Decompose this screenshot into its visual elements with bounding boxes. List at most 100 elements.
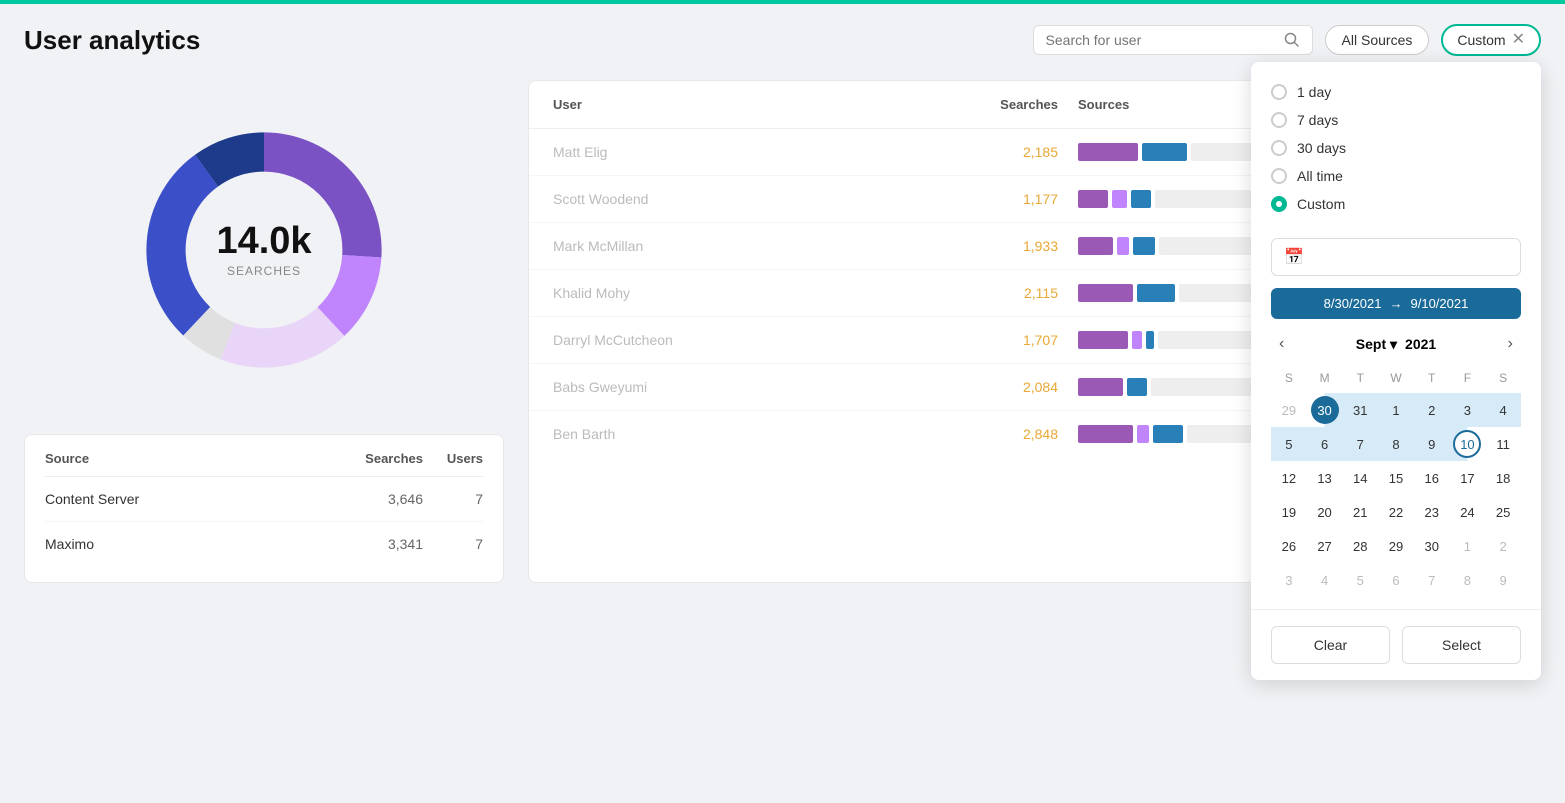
- cal-day-20[interactable]: 20: [1307, 495, 1343, 529]
- cal-day-31[interactable]: 31: [1342, 393, 1378, 427]
- dow-f: F: [1450, 367, 1486, 389]
- cal-day-2[interactable]: 2: [1414, 393, 1450, 427]
- range-end: 9/10/2021: [1411, 296, 1469, 311]
- cal-day-7[interactable]: 7: [1342, 427, 1378, 461]
- cal-day-8-next[interactable]: 8: [1450, 563, 1486, 597]
- cal-day-1-next[interactable]: 1: [1450, 529, 1486, 563]
- calendar-week: 26 27 28 29 30 1 2: [1271, 529, 1521, 563]
- bar-segment: [1137, 425, 1149, 443]
- cal-day-10[interactable]: 10: [1450, 427, 1486, 461]
- radio-circle-7days: [1271, 112, 1287, 128]
- radio-label-alltime: All time: [1297, 168, 1343, 184]
- cal-day-18[interactable]: 18: [1485, 461, 1521, 495]
- source-name: Maximo: [45, 536, 323, 552]
- cal-day-7-next[interactable]: 7: [1414, 563, 1450, 597]
- cal-day-2-next[interactable]: 2: [1485, 529, 1521, 563]
- bar-segment: [1078, 143, 1138, 161]
- cal-day-8[interactable]: 8: [1378, 427, 1414, 461]
- bar-segment: [1117, 237, 1129, 255]
- radio-custom[interactable]: Custom: [1271, 190, 1521, 218]
- cal-day-23[interactable]: 23: [1414, 495, 1450, 529]
- cal-day-27[interactable]: 27: [1307, 529, 1343, 563]
- radio-label-1day: 1 day: [1297, 84, 1331, 100]
- cal-day-28[interactable]: 28: [1342, 529, 1378, 563]
- bar-segment: [1153, 425, 1183, 443]
- search-box[interactable]: [1033, 25, 1313, 55]
- calendar-year[interactable]: 2021: [1405, 336, 1436, 352]
- cal-day-6-next[interactable]: 6: [1378, 563, 1414, 597]
- prev-month-button[interactable]: ‹: [1271, 331, 1292, 357]
- cal-day-15[interactable]: 15: [1378, 461, 1414, 495]
- cal-day-12[interactable]: 12: [1271, 461, 1307, 495]
- bar-segment: [1132, 331, 1142, 349]
- left-panel: 14.0k SEARCHES Source Searches Users Con…: [24, 80, 504, 583]
- calendar-week: 19 20 21 22 23 24 25: [1271, 495, 1521, 529]
- cal-day-29-prev[interactable]: 29: [1271, 393, 1307, 427]
- custom-button[interactable]: Custom ✕: [1441, 24, 1541, 56]
- cal-day-29[interactable]: 29: [1378, 529, 1414, 563]
- cal-day-16[interactable]: 16: [1414, 461, 1450, 495]
- calendar-month[interactable]: Sept ▾: [1356, 336, 1397, 353]
- select-button[interactable]: Select: [1402, 626, 1521, 664]
- searches-col-header: Searches: [918, 97, 1058, 112]
- cal-day-22[interactable]: 22: [1378, 495, 1414, 529]
- cal-day-21[interactable]: 21: [1342, 495, 1378, 529]
- cal-day-4-next[interactable]: 4: [1307, 563, 1343, 597]
- date-range-bar: 8/30/2021 → 9/10/2021: [1271, 288, 1521, 319]
- user-name: Scott Woodend: [553, 191, 918, 207]
- table-row: Content Server 3,646 7: [45, 477, 483, 522]
- source-searches: 3,341: [323, 536, 423, 552]
- cal-day-4[interactable]: 4: [1485, 393, 1521, 427]
- cal-day-3[interactable]: 3: [1450, 393, 1486, 427]
- close-icon[interactable]: ✕: [1512, 32, 1525, 48]
- cal-day-17[interactable]: 17: [1450, 461, 1486, 495]
- radio-alltime[interactable]: All time: [1271, 162, 1521, 190]
- date-range-input[interactable]: 📅: [1271, 238, 1521, 276]
- radio-1day[interactable]: 1 day: [1271, 78, 1521, 106]
- next-month-button[interactable]: ›: [1500, 331, 1521, 357]
- cal-day-14[interactable]: 14: [1342, 461, 1378, 495]
- radio-7days[interactable]: 7 days: [1271, 106, 1521, 134]
- main-container: User analytics All Sources Custom ✕: [0, 4, 1565, 803]
- radio-label-30days: 30 days: [1297, 140, 1346, 156]
- source-col-header: Source: [45, 451, 323, 466]
- cal-day-24[interactable]: 24: [1450, 495, 1486, 529]
- user-name: Babs Gweyumi: [553, 379, 918, 395]
- cal-day-6[interactable]: 6: [1307, 427, 1343, 461]
- all-sources-button[interactable]: All Sources: [1325, 25, 1430, 55]
- cal-day-26[interactable]: 26: [1271, 529, 1307, 563]
- calendar-week: 29 30 31 1 2 3 4: [1271, 393, 1521, 427]
- cal-day-5[interactable]: 5: [1271, 427, 1307, 461]
- dow-m: M: [1307, 367, 1343, 389]
- donut-chart: 14.0k SEARCHES: [124, 110, 404, 390]
- donut-container: 14.0k SEARCHES: [24, 80, 504, 410]
- radio-30days[interactable]: 30 days: [1271, 134, 1521, 162]
- source-table: Source Searches Users Content Server 3,6…: [24, 434, 504, 583]
- cal-day-13[interactable]: 13: [1307, 461, 1343, 495]
- cal-day-19[interactable]: 19: [1271, 495, 1307, 529]
- cal-day-9[interactable]: 9: [1414, 427, 1450, 461]
- header: User analytics All Sources Custom ✕: [24, 24, 1541, 56]
- cal-day-30[interactable]: 30: [1414, 529, 1450, 563]
- cal-day-11[interactable]: 11: [1485, 427, 1521, 461]
- bar-segment: [1131, 190, 1151, 208]
- cal-day-3-next[interactable]: 3: [1271, 563, 1307, 597]
- calendar-week: 3 4 5 6 7 8 9: [1271, 563, 1521, 597]
- bar-segment: [1112, 190, 1127, 208]
- source-users: 7: [423, 536, 483, 552]
- calendar-week: 12 13 14 15 16 17 18: [1271, 461, 1521, 495]
- bar-segment: [1146, 331, 1154, 349]
- user-searches: 2,848: [918, 426, 1058, 442]
- user-searches: 1,177: [918, 191, 1058, 207]
- donut-label: SEARCHES: [216, 264, 311, 278]
- calendar-week: 5 6 7 8 9 10 11: [1271, 427, 1521, 461]
- cal-day-25[interactable]: 25: [1485, 495, 1521, 529]
- user-name: Mark McMillan: [553, 238, 918, 254]
- clear-button[interactable]: Clear: [1271, 626, 1390, 664]
- cal-day-1[interactable]: 1: [1378, 393, 1414, 427]
- search-input[interactable]: [1046, 32, 1276, 48]
- cal-day-5-next[interactable]: 5: [1342, 563, 1378, 597]
- cal-day-30[interactable]: 30: [1307, 393, 1343, 427]
- cal-day-9-next[interactable]: 9: [1485, 563, 1521, 597]
- user-col-header: User: [553, 97, 918, 112]
